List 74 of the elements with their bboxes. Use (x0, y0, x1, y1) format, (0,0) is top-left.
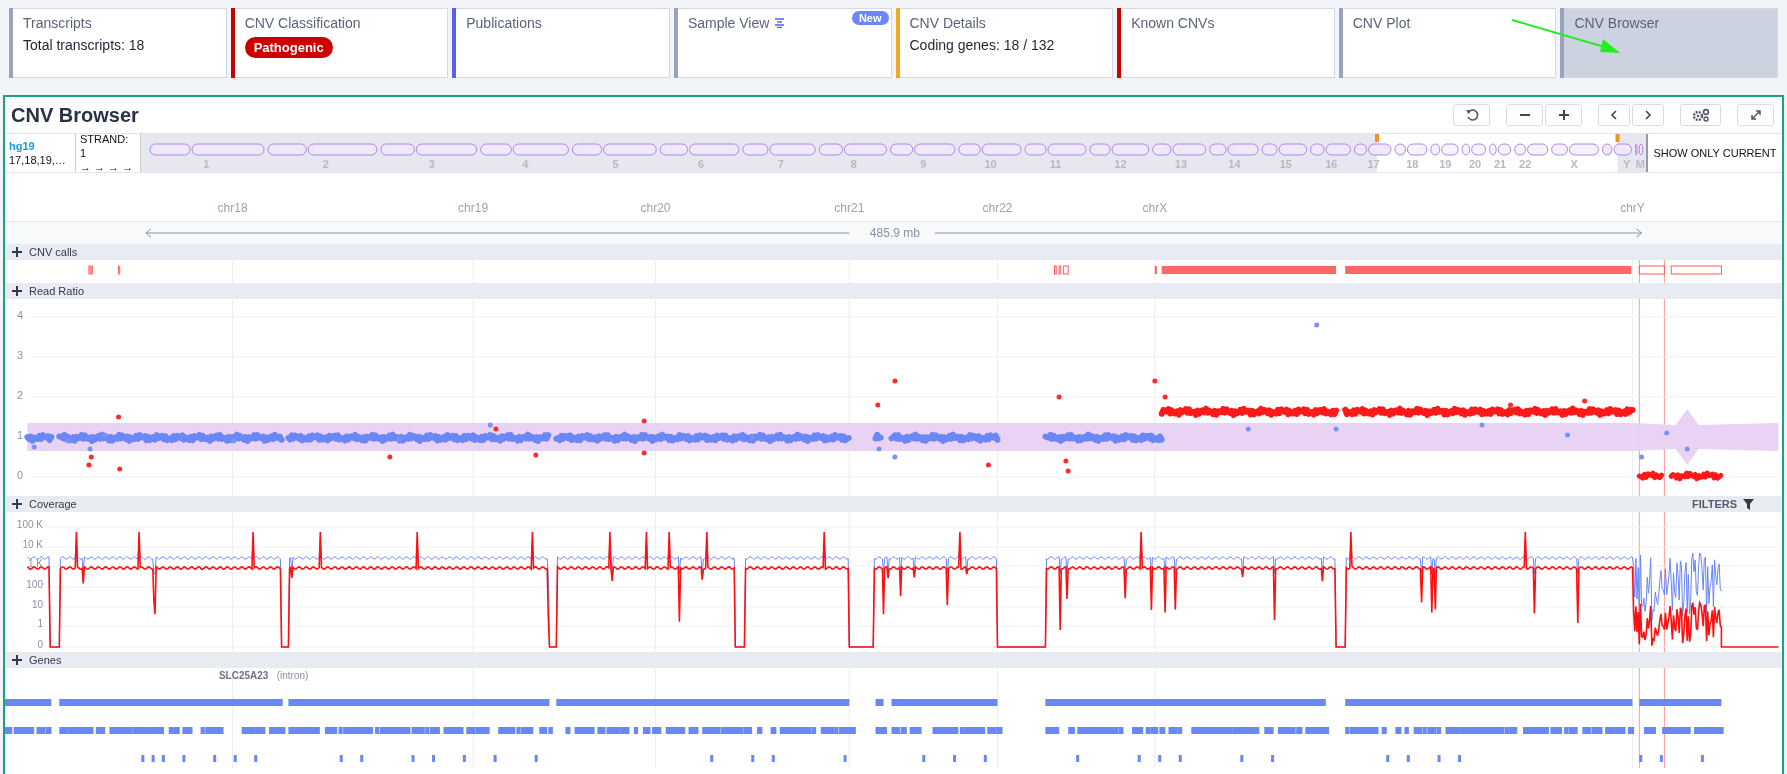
expand-icon[interactable] (12, 247, 22, 257)
card-title: Transcripts (23, 15, 92, 31)
filters-button[interactable]: FILTERS (1692, 498, 1754, 510)
track-title: Coverage (29, 498, 77, 510)
strand-arrows: → → → → (80, 160, 135, 174)
track-header[interactable]: Coverage FILTERS (5, 496, 1782, 512)
panel-title: CNV Browser (11, 103, 139, 127)
expand-icon[interactable] (12, 499, 22, 509)
filter-icon (1743, 498, 1754, 510)
summary-card[interactable]: Publications (452, 8, 670, 78)
summary-card[interactable]: CNV Details Coding genes: 18 / 132 (895, 8, 1114, 78)
track-header[interactable]: Genes (5, 652, 1782, 668)
new-badge: New (851, 11, 889, 25)
settings-button[interactable] (1680, 104, 1721, 126)
y-axis-label: 3 (15, 349, 23, 361)
chromosome-label: chrY (1620, 201, 1645, 215)
y-axis-label: 10 K (21, 539, 43, 550)
card-title: CNV Browser (1574, 15, 1660, 31)
zoom-out-button[interactable] (1506, 104, 1543, 126)
chromosome-label: chr22 (982, 201, 1013, 215)
track-title: Genes (29, 654, 62, 666)
card-value: Coding genes: 18 / 132 (909, 37, 1056, 53)
classification-badge: Pathogenic (244, 37, 333, 58)
previous-button[interactable] (1598, 104, 1630, 126)
card-title: Known CNVs (1131, 15, 1215, 31)
summary-card[interactable]: Transcripts Total transcripts: 18 (9, 8, 227, 78)
chromosome-label: chr20 (640, 201, 671, 215)
track-header[interactable]: CNV calls (5, 244, 1782, 260)
y-axis-label: 0 (36, 639, 43, 650)
reset-button[interactable] (1453, 104, 1490, 126)
plus-icon (1556, 108, 1571, 122)
summary-card[interactable]: Sample View New (673, 8, 892, 78)
y-axis-label: 1 K (27, 558, 43, 569)
summary-card[interactable]: CNV Classification Pathogenic (230, 8, 449, 78)
track-header[interactable]: Read Ratio (5, 283, 1782, 299)
zoom-in-button[interactable] (1545, 104, 1582, 126)
card-title: CNV Details (909, 15, 986, 31)
y-axis-label: 0 (15, 469, 23, 481)
chromosome-label: chrX (1142, 201, 1168, 215)
chevron-left-icon (1609, 109, 1619, 121)
expand-icon[interactable] (12, 655, 22, 665)
align-center-icon (774, 18, 786, 28)
reset-icon (1464, 108, 1479, 122)
card-title: CNV Classification (244, 15, 361, 31)
y-axis-label: 2 (15, 389, 23, 401)
summary-card[interactable]: CNV Plot (1338, 8, 1557, 78)
expand-icon (1748, 108, 1763, 122)
y-axis-label: 1 (36, 618, 43, 629)
summary-card[interactable]: CNV Browser (1560, 8, 1778, 78)
card-title: CNV Plot (1352, 15, 1411, 31)
y-axis-label: 10 (30, 599, 43, 610)
gene-label: SLC25A23 (intron) (218, 670, 309, 681)
y-axis-label: 4 (15, 309, 23, 321)
gears-icon (1691, 108, 1710, 122)
chromosome-label: chr21 (834, 201, 865, 215)
card-title: Publications (466, 15, 542, 31)
y-axis-label: 100 (25, 579, 43, 590)
y-axis-label: 100 K (15, 519, 43, 530)
expand-icon[interactable] (12, 286, 22, 296)
chromosome-list: 17,18,19,… (9, 153, 71, 167)
next-button[interactable] (1632, 104, 1664, 126)
genome-build: hg19 (9, 139, 36, 153)
strand-label: STRAND: 1 (80, 132, 130, 160)
card-title: Sample View (687, 15, 770, 31)
summary-card[interactable]: Known CNVs (1117, 8, 1335, 78)
y-axis-label: 1 (15, 429, 23, 441)
card-value: Total transcripts: 18 (23, 37, 146, 53)
chevron-right-icon (1643, 109, 1653, 121)
chromosome-label: chr18 (217, 201, 248, 215)
track-title: CNV calls (29, 246, 78, 258)
track-title: Read Ratio (29, 285, 85, 297)
span-length: 485.9 mb (869, 226, 920, 240)
chromosome-label: chr19 (458, 201, 489, 215)
expand-button[interactable] (1737, 104, 1774, 126)
